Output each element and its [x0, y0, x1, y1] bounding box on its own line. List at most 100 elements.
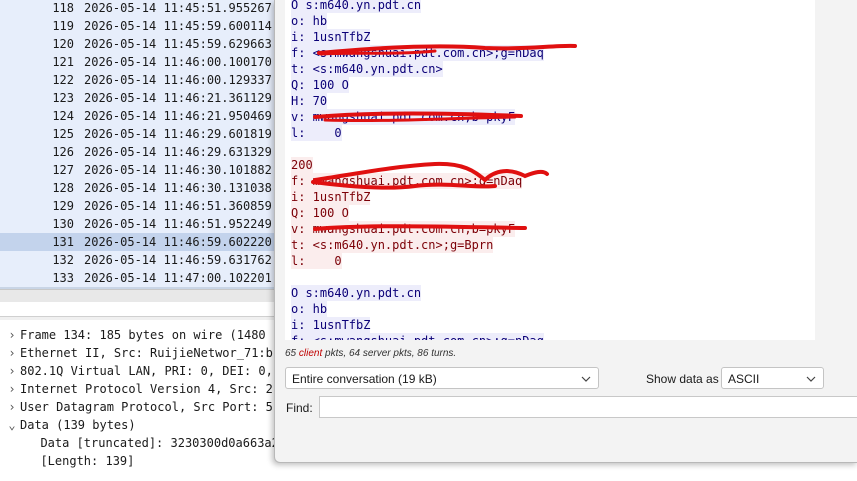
packet-details[interactable]: › Frame 134: 185 bytes on wire (1480 b › Et…	[0, 320, 280, 481]
packet-row[interactable]: 122 2026-05-14 11:46:00.129337	[0, 71, 280, 89]
stream-content[interactable]: O s:m640.yn.pdt.cn o: hb i: 1usnTfbZ f: <s:…	[285, 0, 815, 340]
packet-list-scrollbar[interactable]	[0, 289, 280, 302]
packet-number: 122	[52, 73, 74, 87]
packet-time: 2026-05-14 11:46:30.101882	[84, 163, 272, 177]
packet-row[interactable]: 130 2026-05-14 11:46:51.952249	[0, 215, 280, 233]
related-packet-marker	[0, 251, 10, 269]
packet-time: 2026-05-14 11:46:30.131038	[84, 181, 272, 195]
detail-row[interactable]: ⌄ Data (139 bytes)	[4, 416, 136, 434]
chevron-down-icon	[806, 376, 816, 382]
stream-line: f: mwangshuai.pdt.com.cn>;g=nDaq	[291, 173, 523, 189]
packet-number: 125	[52, 127, 74, 141]
stream-line: l: 0	[291, 125, 342, 141]
conversation-select[interactable]: Entire conversation (19 kB)	[285, 367, 599, 389]
detail-text: [Length: 139]	[26, 454, 135, 468]
detail-text: Internet Protocol Version 4, Src: 2	[20, 382, 273, 396]
packet-row[interactable]: 124 2026-05-14 11:46:21.950469	[0, 107, 280, 125]
find-label: Find:	[286, 401, 313, 415]
packet-row[interactable]: 119 2026-05-14 11:45:59.600114	[0, 17, 280, 35]
collapse-icon[interactable]: ›	[4, 326, 20, 344]
detail-row[interactable]: › 802.1Q Virtual LAN, PRI: 0, DEI: 0,	[4, 362, 273, 380]
packet-row[interactable]: 129 2026-05-14 11:46:51.360859	[0, 197, 280, 215]
show-data-label: Show data as	[646, 372, 719, 386]
packet-time: 2026-05-14 11:46:21.950469	[84, 109, 272, 123]
packet-number: 118	[52, 1, 74, 15]
packet-time: 2026-05-14 11:46:00.100170	[84, 55, 272, 69]
packet-row[interactable]: 123 2026-05-14 11:46:21.361129	[0, 89, 280, 107]
stream-line: O s:m640.yn.pdt.cn	[291, 285, 422, 301]
packet-row[interactable]: 126 2026-05-14 11:46:29.631329	[0, 143, 280, 161]
collapse-icon[interactable]: ›	[4, 344, 20, 362]
stream-line: o: hb	[291, 13, 328, 29]
packet-number: 130	[52, 217, 74, 231]
stream-line: i: 1usnTfbZ	[291, 317, 371, 333]
packet-row[interactable]: 133 2026-05-14 11:47:00.102201	[0, 269, 280, 287]
detail-row[interactable]: › Frame 134: 185 bytes on wire (1480 b	[4, 326, 280, 344]
packet-time: 2026-05-14 11:46:29.631329	[84, 145, 272, 159]
detail-row[interactable]: Data [truncated]: 3230300d0a663a2	[26, 434, 279, 452]
packet-time: 2026-05-14 11:45:59.629663	[84, 37, 272, 51]
packet-number: 120	[52, 37, 74, 51]
detail-text: Data [truncated]: 3230300d0a663a2	[26, 436, 279, 450]
detail-row[interactable]: › User Datagram Protocol, Src Port: 5	[4, 398, 273, 416]
related-packet-marker	[0, 35, 10, 53]
expand-icon[interactable]: ⌄	[4, 416, 20, 434]
stream-line: l: 0	[291, 253, 342, 269]
stream-line: H: 70	[291, 93, 328, 109]
find-input[interactable]	[319, 396, 857, 418]
related-packet-marker	[0, 17, 10, 35]
stream-line: 200	[291, 157, 313, 173]
related-packet-marker	[0, 269, 10, 287]
detail-text: Data (139 bytes)	[20, 418, 136, 432]
related-packet-marker	[0, 0, 10, 17]
detail-text: 802.1Q Virtual LAN, PRI: 0, DEI: 0,	[20, 364, 273, 378]
packet-time: 2026-05-14 11:45:51.955267	[84, 1, 272, 15]
show-data-select[interactable]: ASCII	[721, 367, 824, 389]
packet-time: 2026-05-14 11:45:59.600114	[84, 19, 272, 33]
packet-row[interactable]: 118 2026-05-14 11:45:51.955267	[0, 0, 280, 17]
stream-line: o: hb	[291, 301, 328, 317]
packet-row[interactable]: 120 2026-05-14 11:45:59.629663	[0, 35, 280, 53]
packet-time: 2026-05-14 11:46:59.631762	[84, 253, 272, 267]
packet-number: 123	[52, 91, 74, 105]
packet-row[interactable]: 125 2026-05-14 11:46:29.601819	[0, 125, 280, 143]
packet-row[interactable]: 121 2026-05-14 11:46:00.100170	[0, 53, 280, 71]
packet-list[interactable]: 118 2026-05-14 11:45:51.955267 119 2026-05-…	[0, 0, 280, 300]
packet-time: 2026-05-14 11:46:00.129337	[84, 73, 272, 87]
packet-time: 2026-05-14 11:46:51.952249	[84, 217, 272, 231]
related-packet-marker	[0, 53, 10, 71]
detail-row[interactable]: [Length: 139]	[26, 452, 134, 470]
packet-time: 2026-05-14 11:47:00.102201	[84, 271, 272, 285]
related-packet-marker	[0, 233, 10, 251]
stream-line: Q: 100 O	[291, 77, 349, 93]
detail-row[interactable]: › Internet Protocol Version 4, Src: 2	[4, 380, 273, 398]
detail-text: Ethernet II, Src: RuijieNetwor_71:b	[20, 346, 273, 360]
chevron-down-icon	[581, 376, 591, 382]
detail-text: User Datagram Protocol, Src Port: 5	[20, 400, 273, 414]
packet-number: 132	[52, 253, 74, 267]
stream-line: t: <s:m640.yn.pdt.cn>;g=Bprn	[291, 237, 494, 253]
packet-row[interactable]: 128 2026-05-14 11:46:30.131038	[0, 179, 280, 197]
related-packet-marker	[0, 107, 10, 125]
packet-number: 121	[52, 55, 74, 69]
stream-line: i: 1usnTfbZ	[291, 29, 371, 45]
packet-number: 129	[52, 199, 74, 213]
conversation-select-value: Entire conversation (19 kB)	[292, 372, 437, 386]
packet-row[interactable]: 132 2026-05-14 11:46:59.631762	[0, 251, 280, 269]
packet-number: 131	[52, 235, 74, 249]
packet-time: 2026-05-14 11:46:29.601819	[84, 127, 272, 141]
related-packet-marker	[0, 125, 10, 143]
collapse-icon[interactable]: ›	[4, 380, 20, 398]
related-packet-marker	[0, 89, 10, 107]
stream-stats: 65 client pkts, 64 server pkts, 86 turns…	[285, 348, 457, 359]
collapse-icon[interactable]: ›	[4, 398, 20, 416]
detail-row[interactable]: › Ethernet II, Src: RuijieNetwor_71:b	[4, 344, 273, 362]
collapse-icon[interactable]: ›	[4, 362, 20, 380]
packet-number: 126	[52, 145, 74, 159]
packet-number: 133	[52, 271, 74, 285]
related-packet-marker	[0, 143, 10, 161]
packet-row[interactable]: 131 2026-05-14 11:46:59.602220	[0, 233, 280, 251]
packet-row[interactable]: 127 2026-05-14 11:46:30.101882	[0, 161, 280, 179]
stream-line: v: mwangshuai.pdt.com.cn;b=pkyF	[291, 221, 515, 237]
stream-line: f: <s:mwangshuai.pdt.com.cn>;g=nDaq	[291, 45, 544, 61]
